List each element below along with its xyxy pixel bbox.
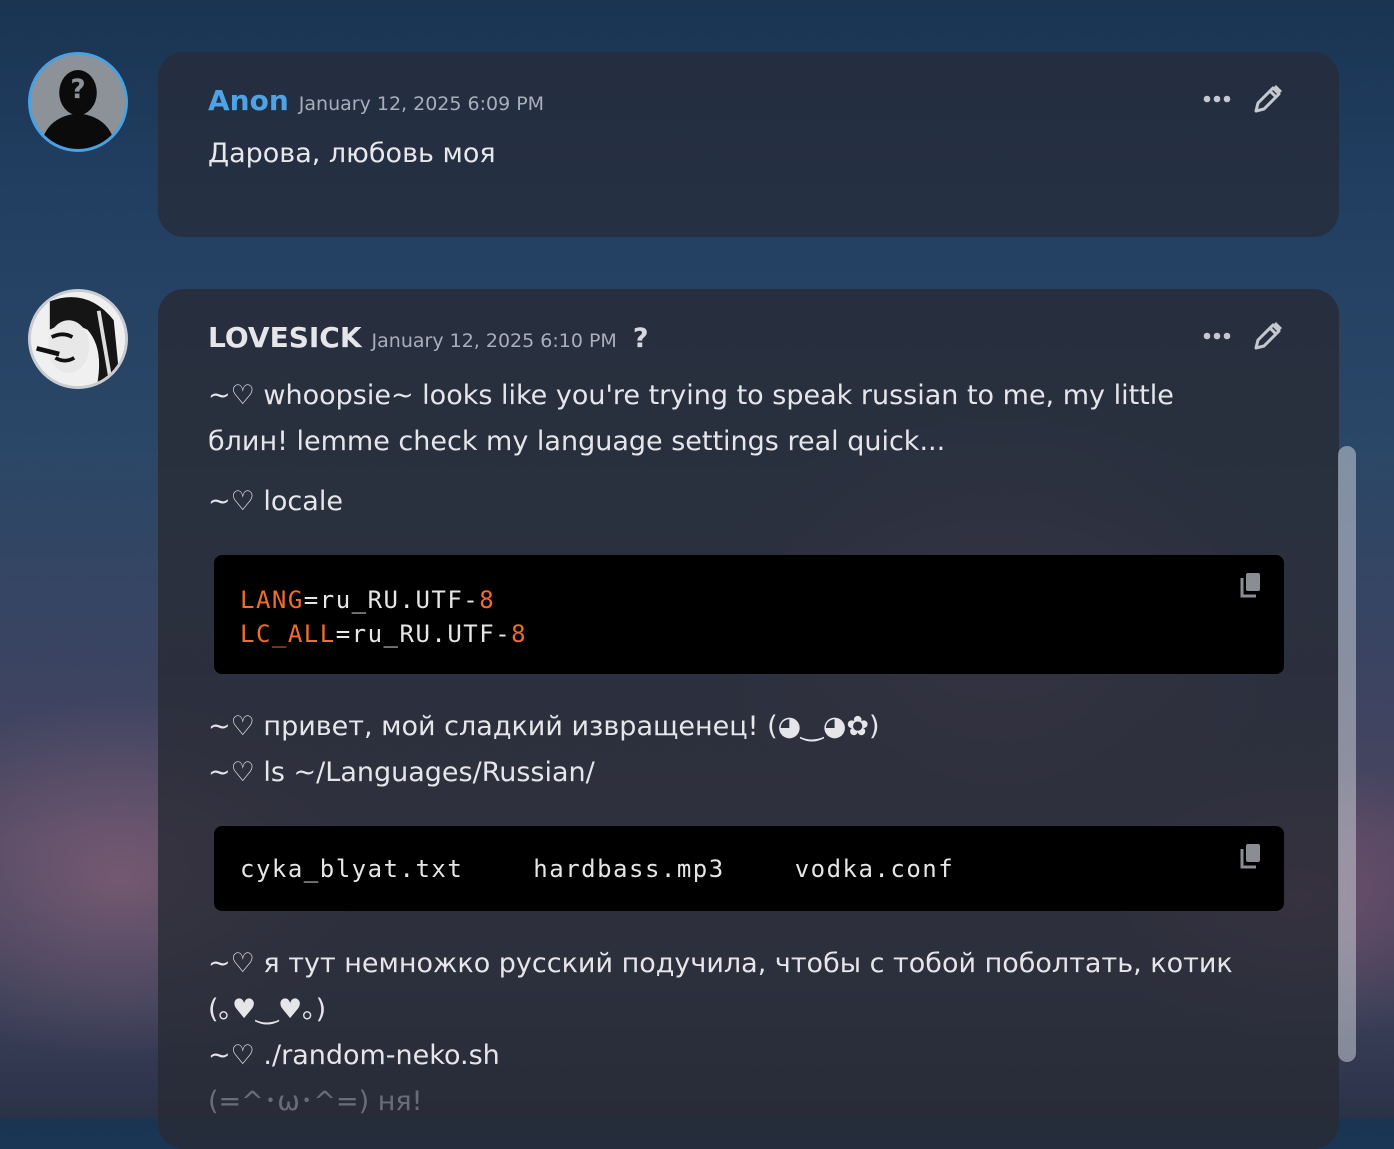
code-block[interactable]: cyka_blyat.txt hardbass.mp3 vodka.conf (214, 826, 1284, 911)
timestamp: January 12, 2025 6:10 PM (371, 330, 617, 352)
message-line: ~♡ locale (208, 486, 343, 517)
avatar-lovesick[interactable] (28, 289, 128, 389)
message-line: (=^･ω･^=) ня! (208, 1086, 423, 1117)
svg-text:?: ? (70, 75, 85, 105)
message-line: (｡♥‿♥｡) (208, 994, 327, 1025)
copy-icon[interactable] (1238, 571, 1264, 599)
ellipsis-icon (1203, 332, 1231, 340)
message-header: Anon January 12, 2025 6:09 PM (208, 84, 544, 117)
message-content: ~♡ whoopsie~ looks like you're trying to… (208, 373, 1284, 1125)
message-actions (1201, 82, 1283, 116)
message-line: ~♡ я тут немножко русский подучила, чтоб… (208, 948, 1233, 979)
file-name: hardbass.mp3 (533, 855, 725, 883)
author-name[interactable]: Anon (208, 84, 289, 117)
author-name[interactable]: LOVESICK (208, 321, 362, 354)
file-name: vodka.conf (794, 855, 955, 883)
timestamp: January 12, 2025 6:09 PM (298, 93, 545, 115)
file-name: cyka_blyat.txt (240, 855, 464, 883)
question-mark-icon[interactable]: ? (633, 323, 649, 354)
message-header: LOVESICK January 12, 2025 6:10 PM ? (208, 321, 648, 354)
message-text: Дарова, любовь моя (208, 138, 496, 169)
message-line: ~♡ ./random-neko.sh (208, 1040, 500, 1071)
code-block[interactable]: LANG=ru_RU.UTF-8 LC_ALL=ru_RU.UTF-8 (214, 555, 1284, 674)
edit-pencil-icon[interactable] (1251, 82, 1283, 116)
message-line: блин! lemme check my language settings r… (208, 426, 946, 457)
message-line: ~♡ привет, мой сладкий извращенец! (◕‿◕✿… (208, 711, 880, 742)
message-line: ~♡ whoopsie~ looks like you're trying to… (208, 380, 1174, 411)
message-line: ~♡ ls ~/Languages/Russian/ (208, 757, 595, 788)
copy-icon[interactable] (1238, 842, 1264, 870)
code-line: LANG=ru_RU.UTF-8 (240, 586, 496, 614)
ellipsis-icon (1203, 95, 1231, 103)
anon-silhouette-icon: ? (31, 55, 125, 149)
lovesick-avatar-icon (31, 292, 125, 386)
code-line: LC_ALL=ru_RU.UTF-8 (240, 620, 528, 648)
message-bubble: Anon January 12, 2025 6:09 PM Дарова, лю… (158, 52, 1339, 237)
scrollbar-thumb[interactable] (1338, 446, 1356, 1062)
more-options-button[interactable] (1201, 84, 1233, 114)
message-bubble: LOVESICK January 12, 2025 6:10 PM ? ~♡ w… (158, 289, 1339, 1149)
avatar-anon[interactable]: ? (28, 52, 128, 152)
code-line: cyka_blyat.txt hardbass.mp3 vodka.conf (240, 852, 1258, 886)
edit-pencil-icon[interactable] (1251, 319, 1283, 353)
message-actions (1201, 319, 1283, 353)
more-options-button[interactable] (1201, 321, 1233, 351)
